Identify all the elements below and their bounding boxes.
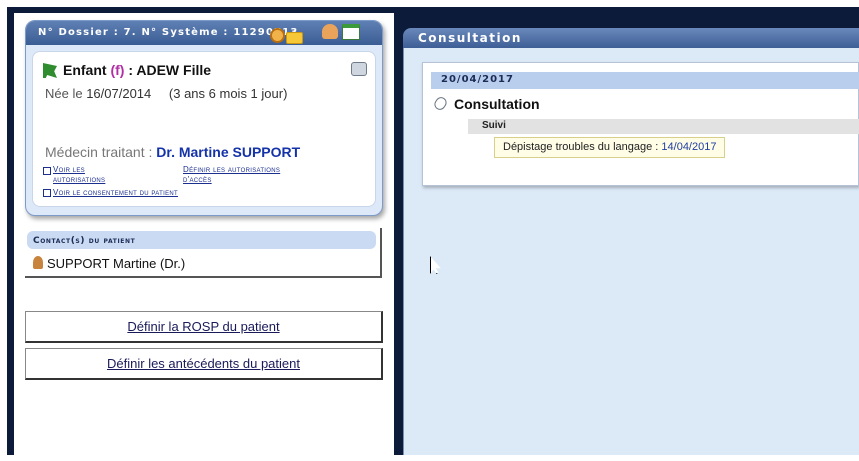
view-authorizations-link[interactable]: Voir les: [53, 165, 85, 175]
patient-type: Enfant: [63, 62, 107, 78]
consultation-date: 20/04/2017: [431, 72, 859, 89]
contact-name: SUPPORT Martine (Dr.): [47, 256, 186, 271]
depistage-label: Dépistage troubles du langage :: [503, 141, 659, 153]
paperclip-icon: [432, 95, 449, 112]
consultation-title-text: Consultation: [454, 96, 540, 112]
patient-contacts: Contact(s) du patient SUPPORT Martine (D…: [25, 228, 382, 278]
view-consent-link[interactable]: Voir le consentement du patient: [53, 188, 178, 198]
contacts-title: Contact(s) du patient: [27, 231, 376, 249]
flag-icon: [43, 63, 57, 78]
person-icon: [33, 256, 43, 269]
checkbox-icon: [43, 167, 51, 175]
define-access-link[interactable]: Définir les autorisations: [183, 165, 280, 175]
depistage-date: 14/04/2017: [661, 141, 717, 153]
calendar-icon[interactable]: [342, 24, 360, 40]
define-access-link-line2[interactable]: d'accès: [183, 175, 212, 185]
depistage-item: Dépistage troubles du langage : 14/04/20…: [494, 137, 726, 158]
alarm-clock-icon[interactable]: [270, 28, 285, 43]
patient-card: N° Dossier : 7. N° Système : 11290713. E…: [25, 20, 383, 216]
patient-name-row: Enfant (f) : ADEW Fille: [43, 62, 373, 80]
header-icons: [260, 22, 370, 44]
define-rosp-button[interactable]: Définir la ROSP du patient: [25, 311, 383, 343]
birth-info: Née le 16/07/2014 (3 ans 6 mois 1 jour): [45, 86, 287, 101]
people-icon[interactable]: [322, 24, 338, 39]
consultation-title[interactable]: Consultation: [432, 95, 540, 112]
patient-card-body: Enfant (f) : ADEW Fille Née le 16/07/201…: [32, 51, 376, 207]
attending-doctor: Médecin traitant : Dr. Martine SUPPORT: [45, 144, 300, 160]
birth-label: Née le: [45, 86, 83, 101]
folder-icon[interactable]: [286, 32, 303, 44]
patient-fullname: : ADEW Fille: [128, 62, 212, 78]
patient-sex: (f): [110, 62, 125, 78]
consultation-header: Consultation: [403, 28, 859, 48]
camera-icon[interactable]: [351, 62, 367, 76]
define-antecedents-button[interactable]: Définir les antécédents du patient: [25, 348, 383, 380]
section-suivi: Suivi: [468, 119, 859, 134]
patient-name: Enfant (f) : ADEW Fille: [63, 62, 211, 78]
patient-age: (3 ans 6 mois 1 jour): [168, 86, 288, 101]
doctor-label: Médecin traitant :: [45, 144, 153, 160]
patient-card-header: N° Dossier : 7. N° Système : 11290713.: [26, 21, 382, 45]
view-authorizations-link-line2[interactable]: autorisations: [53, 175, 105, 185]
contact-item[interactable]: SUPPORT Martine (Dr.): [33, 256, 185, 271]
checkbox-icon: [43, 189, 51, 197]
birth-date: 16/07/2014: [86, 86, 152, 101]
consultation-card: 20/04/2017 Consultation Suivi Dépistage …: [422, 62, 859, 186]
doctor-name: Dr. Martine SUPPORT: [156, 144, 301, 160]
